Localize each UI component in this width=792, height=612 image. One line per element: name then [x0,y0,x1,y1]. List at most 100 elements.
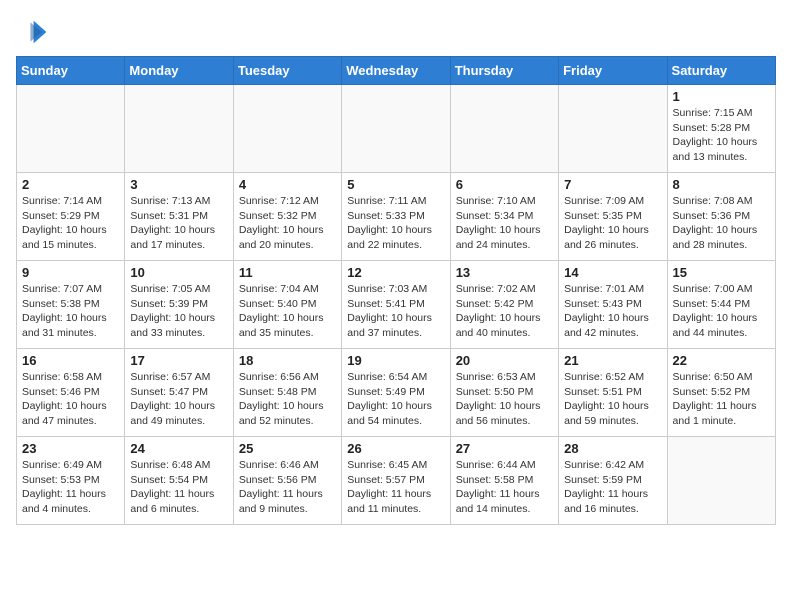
day-info: Sunrise: 6:56 AM Sunset: 5:48 PM Dayligh… [239,370,336,429]
day-info: Sunrise: 6:53 AM Sunset: 5:50 PM Dayligh… [456,370,553,429]
calendar-week-row: 23Sunrise: 6:49 AM Sunset: 5:53 PM Dayli… [17,437,776,525]
calendar-day-cell: 22 Sunrise: 6:50 AM Sunset: 5:52 PM Dayli… [667,349,775,437]
calendar-day-cell: 6 Sunrise: 7:10 AM Sunset: 5:34 PM Daylig… [450,173,558,261]
calendar-header-row: SundayMondayTuesdayWednesdayThursdayFrid… [17,57,776,85]
day-number: 9 [22,265,119,280]
calendar-day-cell: 5 Sunrise: 7:11 AM Sunset: 5:33 PM Daylig… [342,173,450,261]
calendar-table: SundayMondayTuesdayWednesdayThursdayFrid… [16,56,776,525]
calendar-week-row: 1 Sunrise: 7:15 AM Sunset: 5:28 PM Daylig… [17,85,776,173]
day-info: Sunrise: 7:09 AM Sunset: 5:35 PM Dayligh… [564,194,661,253]
calendar-day-cell: 3 Sunrise: 7:13 AM Sunset: 5:31 PM Daylig… [125,173,233,261]
day-info: Sunrise: 7:13 AM Sunset: 5:31 PM Dayligh… [130,194,227,253]
calendar-day-cell: 19 Sunrise: 6:54 AM Sunset: 5:49 PM Dayli… [342,349,450,437]
day-number: 21 [564,353,661,368]
calendar-day-cell: 12 Sunrise: 7:03 AM Sunset: 5:41 PM Dayli… [342,261,450,349]
weekday-header: Sunday [17,57,125,85]
day-info: Sunrise: 6:54 AM Sunset: 5:49 PM Dayligh… [347,370,444,429]
day-info: Sunrise: 7:10 AM Sunset: 5:34 PM Dayligh… [456,194,553,253]
calendar-week-row: 2Sunrise: 7:14 AM Sunset: 5:29 PM Daylig… [17,173,776,261]
calendar-week-row: 16 Sunrise: 6:58 AM Sunset: 5:46 PM Dayli… [17,349,776,437]
calendar-day-cell: 21 Sunrise: 6:52 AM Sunset: 5:51 PM Dayli… [559,349,667,437]
calendar-day-cell: 1 Sunrise: 7:15 AM Sunset: 5:28 PM Daylig… [667,85,775,173]
calendar-day-cell: 28 Sunrise: 6:42 AM Sunset: 5:59 PM Dayli… [559,437,667,525]
calendar-day-cell [17,85,125,173]
weekday-header: Thursday [450,57,558,85]
logo-icon [16,16,48,48]
calendar-day-cell: 10Sunrise: 7:05 AM Sunset: 5:39 PM Dayli… [125,261,233,349]
calendar-day-cell [450,85,558,173]
day-number: 18 [239,353,336,368]
calendar-day-cell: 17 Sunrise: 6:57 AM Sunset: 5:47 PM Dayli… [125,349,233,437]
day-number: 26 [347,441,444,456]
day-number: 13 [456,265,553,280]
calendar-day-cell [342,85,450,173]
day-number: 17 [130,353,227,368]
day-info: Sunrise: 6:52 AM Sunset: 5:51 PM Dayligh… [564,370,661,429]
calendar-day-cell [667,437,775,525]
day-info: Sunrise: 7:07 AM Sunset: 5:38 PM Dayligh… [22,282,119,341]
calendar-day-cell: 20 Sunrise: 6:53 AM Sunset: 5:50 PM Dayli… [450,349,558,437]
day-info: Sunrise: 7:02 AM Sunset: 5:42 PM Dayligh… [456,282,553,341]
day-number: 19 [347,353,444,368]
day-number: 5 [347,177,444,192]
day-info: Sunrise: 6:58 AM Sunset: 5:46 PM Dayligh… [22,370,119,429]
day-info: Sunrise: 6:46 AM Sunset: 5:56 PM Dayligh… [239,458,336,517]
day-info: Sunrise: 7:11 AM Sunset: 5:33 PM Dayligh… [347,194,444,253]
calendar-day-cell: 25 Sunrise: 6:46 AM Sunset: 5:56 PM Dayli… [233,437,341,525]
calendar-day-cell: 15 Sunrise: 7:00 AM Sunset: 5:44 PM Dayli… [667,261,775,349]
weekday-header: Monday [125,57,233,85]
day-info: Sunrise: 7:00 AM Sunset: 5:44 PM Dayligh… [673,282,770,341]
day-number: 7 [564,177,661,192]
calendar-day-cell [233,85,341,173]
calendar-day-cell: 23Sunrise: 6:49 AM Sunset: 5:53 PM Dayli… [17,437,125,525]
calendar-day-cell: 13 Sunrise: 7:02 AM Sunset: 5:42 PM Dayli… [450,261,558,349]
logo [16,16,52,48]
day-number: 28 [564,441,661,456]
day-number: 11 [239,265,336,280]
day-info: Sunrise: 6:57 AM Sunset: 5:47 PM Dayligh… [130,370,227,429]
day-number: 16 [22,353,119,368]
calendar-day-cell: 27 Sunrise: 6:44 AM Sunset: 5:58 PM Dayli… [450,437,558,525]
weekday-header: Saturday [667,57,775,85]
day-number: 12 [347,265,444,280]
calendar-day-cell: 24Sunrise: 6:48 AM Sunset: 5:54 PM Dayli… [125,437,233,525]
day-info: Sunrise: 6:45 AM Sunset: 5:57 PM Dayligh… [347,458,444,517]
day-number: 1 [673,89,770,104]
day-info: Sunrise: 7:15 AM Sunset: 5:28 PM Dayligh… [673,106,770,165]
day-info: Sunrise: 6:48 AM Sunset: 5:54 PM Dayligh… [130,458,227,517]
day-number: 27 [456,441,553,456]
calendar-day-cell: 16 Sunrise: 6:58 AM Sunset: 5:46 PM Dayli… [17,349,125,437]
calendar-day-cell [125,85,233,173]
calendar-day-cell: 9 Sunrise: 7:07 AM Sunset: 5:38 PM Daylig… [17,261,125,349]
day-number: 4 [239,177,336,192]
calendar-day-cell: 7 Sunrise: 7:09 AM Sunset: 5:35 PM Daylig… [559,173,667,261]
calendar-day-cell [559,85,667,173]
calendar-day-cell: 4 Sunrise: 7:12 AM Sunset: 5:32 PM Daylig… [233,173,341,261]
day-info: Sunrise: 6:50 AM Sunset: 5:52 PM Dayligh… [673,370,770,429]
day-number: 3 [130,177,227,192]
day-info: Sunrise: 6:44 AM Sunset: 5:58 PM Dayligh… [456,458,553,517]
weekday-header: Wednesday [342,57,450,85]
day-number: 15 [673,265,770,280]
day-info: Sunrise: 7:04 AM Sunset: 5:40 PM Dayligh… [239,282,336,341]
calendar-day-cell: 14 Sunrise: 7:01 AM Sunset: 5:43 PM Dayli… [559,261,667,349]
day-number: 8 [673,177,770,192]
day-info: Sunrise: 6:42 AM Sunset: 5:59 PM Dayligh… [564,458,661,517]
calendar-week-row: 9 Sunrise: 7:07 AM Sunset: 5:38 PM Daylig… [17,261,776,349]
calendar-day-cell: 26 Sunrise: 6:45 AM Sunset: 5:57 PM Dayli… [342,437,450,525]
weekday-header: Friday [559,57,667,85]
calendar-day-cell: 11 Sunrise: 7:04 AM Sunset: 5:40 PM Dayli… [233,261,341,349]
day-number: 25 [239,441,336,456]
page-header [16,16,776,48]
day-info: Sunrise: 7:03 AM Sunset: 5:41 PM Dayligh… [347,282,444,341]
day-info: Sunrise: 6:49 AM Sunset: 5:53 PM Dayligh… [22,458,119,517]
day-number: 22 [673,353,770,368]
day-number: 20 [456,353,553,368]
day-info: Sunrise: 7:08 AM Sunset: 5:36 PM Dayligh… [673,194,770,253]
day-number: 6 [456,177,553,192]
day-info: Sunrise: 7:05 AM Sunset: 5:39 PM Dayligh… [130,282,227,341]
day-info: Sunrise: 7:01 AM Sunset: 5:43 PM Dayligh… [564,282,661,341]
day-info: Sunrise: 7:12 AM Sunset: 5:32 PM Dayligh… [239,194,336,253]
day-number: 14 [564,265,661,280]
weekday-header: Tuesday [233,57,341,85]
